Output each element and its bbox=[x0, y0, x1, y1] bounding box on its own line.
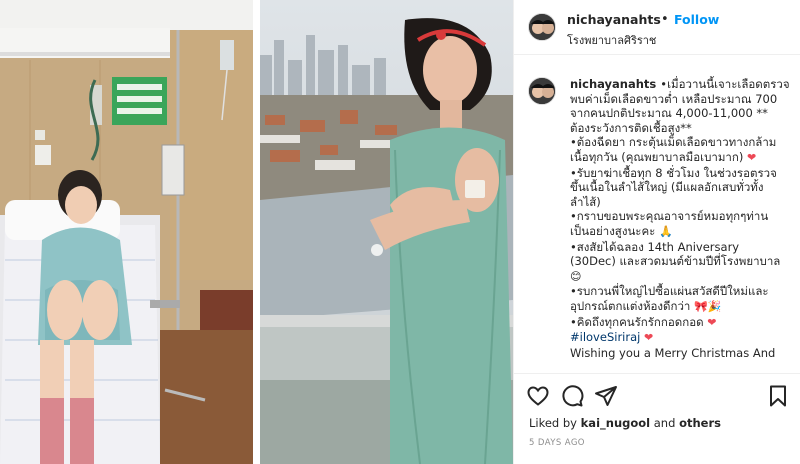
heart-emoji-2: ❤ bbox=[707, 315, 717, 329]
caption-line-9: ลำไส้) bbox=[570, 194, 601, 209]
post-sidebar: nichayanahts • Follow โรงพยาบาลศิริราช n… bbox=[513, 0, 800, 464]
post-header: nichayanahts • Follow โรงพยาบาลศิริราช bbox=[514, 0, 800, 55]
caption-line-4: ต้องระวังการติดเชื้อสูง** bbox=[570, 120, 692, 135]
caption-line-17: •คิดถึงทุกคนรักรักกอดกอด bbox=[570, 314, 704, 329]
post-username[interactable]: nichayanahts bbox=[567, 12, 661, 27]
caption-line-5: •ต้องฉีดยา กระตุ้นเม็ดเลือดขาวทางกล้าม bbox=[570, 135, 777, 150]
post-time[interactable]: 5 DAYS AGO bbox=[529, 438, 585, 448]
save-icon[interactable] bbox=[766, 384, 792, 410]
comment-icon[interactable] bbox=[560, 384, 586, 410]
caption-line-6: เนื้อทุกวัน (คุณพยาบาลมือเบามาก) bbox=[570, 149, 744, 164]
caption-line-19: Wishing you a Merry Christmas And bbox=[570, 345, 776, 360]
liked-and: and bbox=[650, 416, 680, 430]
post-location[interactable]: โรงพยาบาลศิริราช bbox=[567, 31, 656, 49]
caption-line-1: •เมื่อวานนี้เจาะเลือดตรวจ bbox=[660, 77, 790, 91]
heart-emoji-3: ❤ bbox=[644, 331, 654, 345]
avatar[interactable] bbox=[528, 13, 556, 41]
caption-line-2: พบค่าเม็ดเลือดขาวต่ำ เหลือประมาณ 700 bbox=[570, 91, 778, 106]
caption-line-11: เป็นอย่างสูงนะคะ bbox=[570, 223, 656, 238]
separator-dot: • bbox=[661, 12, 669, 27]
caption-line-12: •สงสัยได้ฉลอง 14th Aniversary bbox=[570, 239, 740, 254]
hashtag-link[interactable]: #iloveSiriraj bbox=[570, 330, 640, 344]
caption-line-8: ขึ้นเนื้อในลำไส้ใหญ่ (มีแผลอักเสบทั่วทั้… bbox=[570, 180, 764, 195]
like-icon[interactable] bbox=[526, 384, 552, 410]
caption-line-13: (30Dec) และสวดมนต์ข้ามปีที่โรงพยาบาล bbox=[570, 254, 781, 269]
caption-line-16: อุปกรณ์ตกแต่งห้องดีกว่า bbox=[570, 298, 691, 313]
caption-username[interactable]: nichayanahts bbox=[570, 77, 656, 91]
liked-others-link[interactable]: others bbox=[679, 416, 721, 430]
post-actions: Liked by kai_nugool and others 5 DAYS AG… bbox=[514, 373, 800, 464]
caption-line-10: •กราบขอบพระคุณอาจารย์หมอทุกๆท่าน bbox=[570, 209, 769, 224]
follow-button[interactable]: Follow bbox=[674, 12, 719, 27]
share-icon[interactable] bbox=[594, 384, 620, 410]
heart-emoji: ❤ bbox=[746, 150, 757, 164]
caption-line-15: •รบกวนพี่ใหญ่ไปซื้อแผ่นสวัสดีปีใหม่และ bbox=[570, 284, 769, 299]
post-caption: nichayanahts •เมื่อวานนี้เจาะเลือดตรวจ พบ… bbox=[570, 77, 792, 360]
caption-line-3: จากคนปกติประมาณ 4,000-11,000 ** bbox=[570, 106, 768, 121]
smile-emoji: 😊 bbox=[570, 269, 582, 283]
liked-prefix: Liked by bbox=[529, 416, 581, 430]
post-media[interactable] bbox=[0, 0, 513, 464]
bow-emoji: 🎀 bbox=[694, 299, 708, 313]
photo-window-standing bbox=[260, 0, 513, 464]
liked-user-link[interactable]: kai_nugool bbox=[581, 416, 650, 430]
photo-hospital-bed bbox=[0, 0, 253, 464]
liked-by: Liked by kai_nugool and others bbox=[529, 416, 721, 430]
caption-scroll-area[interactable]: nichayanahts •เมื่อวานนี้เจาะเลือดตรวจ พบ… bbox=[514, 56, 800, 373]
pray-emoji: 🙏 bbox=[659, 224, 673, 238]
caption-avatar[interactable] bbox=[528, 77, 556, 105]
caption-line-7: •รับยาฆ่าเชื้อทุก 8 ชั่วโมง ในช่วงรอตรวจ bbox=[570, 165, 777, 180]
party-emoji: 🎉 bbox=[707, 299, 722, 313]
